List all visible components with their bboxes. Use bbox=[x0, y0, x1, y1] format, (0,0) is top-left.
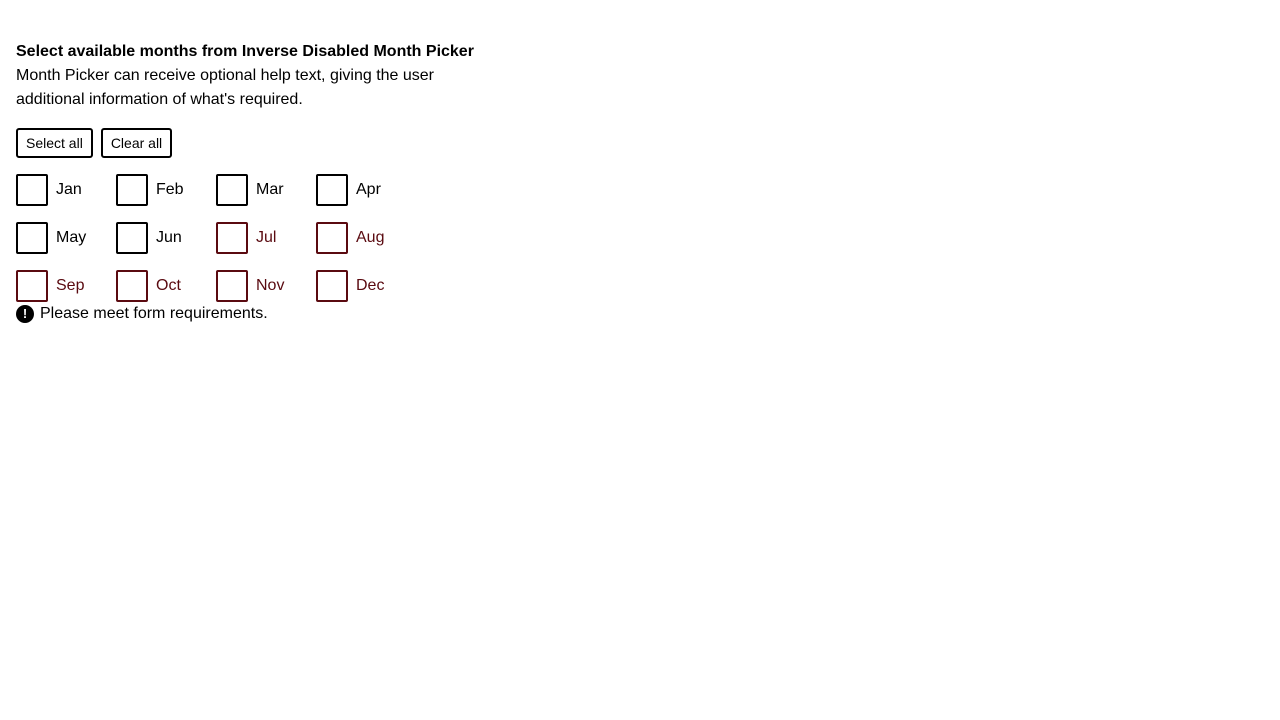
help-text: Month Picker can receive optional help t… bbox=[16, 67, 435, 108]
error-message: ! Please meet form requirements. bbox=[16, 302, 476, 326]
checkbox[interactable] bbox=[16, 174, 48, 206]
month-label: Feb bbox=[156, 181, 184, 198]
month-may[interactable]: May bbox=[16, 222, 116, 254]
checkbox[interactable] bbox=[216, 270, 248, 302]
clear-all-button[interactable]: Clear all bbox=[100, 128, 173, 158]
month-label: Nov bbox=[256, 277, 285, 294]
action-buttons: Select all Clear all bbox=[16, 128, 476, 158]
month-label: Jan bbox=[56, 181, 82, 198]
month-dec[interactable]: Dec bbox=[316, 270, 416, 302]
month-jan[interactable]: Jan bbox=[16, 174, 116, 206]
checkbox[interactable] bbox=[116, 174, 148, 206]
month-label: Aug bbox=[356, 229, 385, 246]
checkbox[interactable] bbox=[316, 222, 348, 254]
checkbox[interactable] bbox=[216, 222, 248, 254]
month-jul[interactable]: Jul bbox=[216, 222, 316, 254]
select-all-button[interactable]: Select all bbox=[16, 128, 93, 158]
month-jun[interactable]: Jun bbox=[116, 222, 216, 254]
month-label: Mar bbox=[256, 181, 284, 198]
month-oct[interactable]: Oct bbox=[116, 270, 216, 302]
months-grid: Jan Feb Mar Apr May Jun Jul Aug Sep Oct … bbox=[16, 174, 416, 302]
month-label: Jun bbox=[156, 229, 182, 246]
exclamation-circle-icon: ! bbox=[16, 305, 34, 323]
month-nov[interactable]: Nov bbox=[216, 270, 316, 302]
checkbox[interactable] bbox=[316, 174, 348, 206]
month-label: May bbox=[56, 229, 87, 246]
month-picker: Select available months from Inverse Dis… bbox=[16, 40, 476, 326]
month-sep[interactable]: Sep bbox=[16, 270, 116, 302]
month-label: Sep bbox=[56, 277, 85, 294]
checkbox[interactable] bbox=[116, 222, 148, 254]
picker-title: Select available months from Inverse Dis… bbox=[16, 43, 474, 60]
month-label: Dec bbox=[356, 277, 385, 294]
month-label: Oct bbox=[156, 277, 181, 294]
error-text: Please meet form requirements. bbox=[40, 305, 268, 322]
month-mar[interactable]: Mar bbox=[216, 174, 316, 206]
month-apr[interactable]: Apr bbox=[316, 174, 416, 206]
month-aug[interactable]: Aug bbox=[316, 222, 416, 254]
checkbox[interactable] bbox=[316, 270, 348, 302]
checkbox[interactable] bbox=[216, 174, 248, 206]
month-label: Jul bbox=[256, 229, 277, 246]
month-feb[interactable]: Feb bbox=[116, 174, 216, 206]
month-label: Apr bbox=[356, 181, 381, 198]
checkbox[interactable] bbox=[116, 270, 148, 302]
checkbox[interactable] bbox=[16, 270, 48, 302]
checkbox[interactable] bbox=[16, 222, 48, 254]
